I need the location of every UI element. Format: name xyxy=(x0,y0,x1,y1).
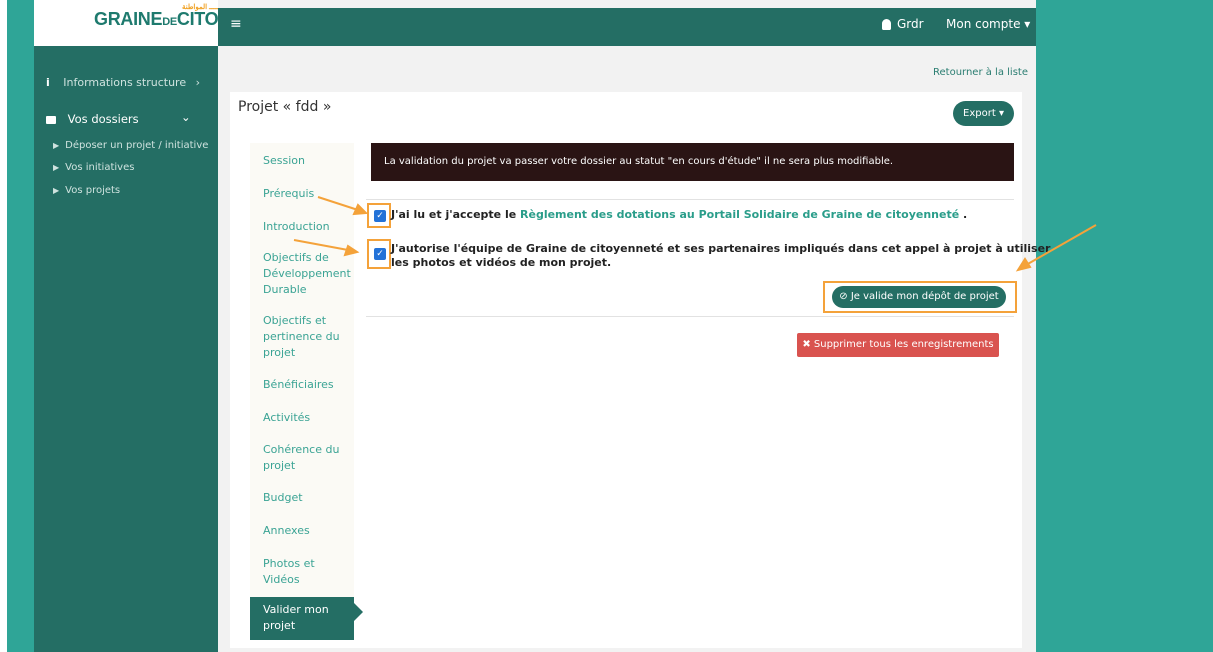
annotation-arrow xyxy=(1015,224,1097,272)
annotation-arrow xyxy=(293,239,360,257)
annotation-arrow xyxy=(317,196,369,216)
annotation-arrows xyxy=(293,196,1097,272)
